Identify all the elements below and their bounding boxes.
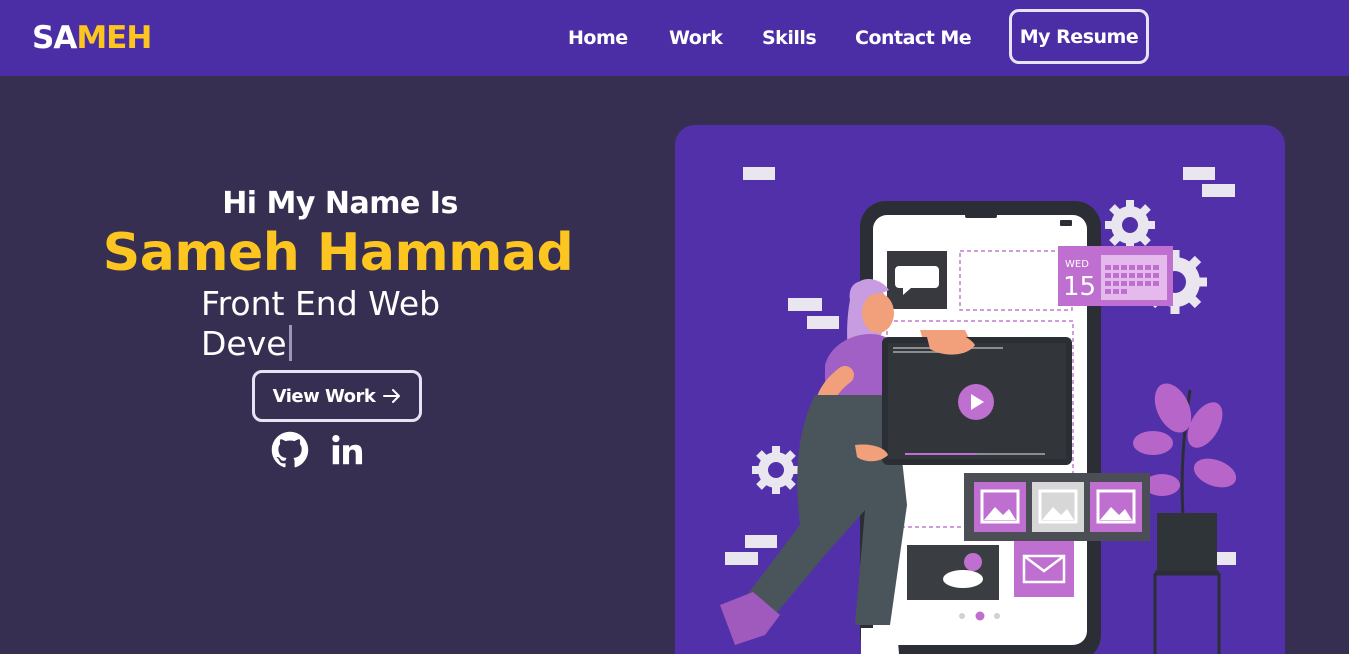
linkedin-icon[interactable] [328, 431, 366, 469]
github-icon[interactable] [271, 431, 309, 469]
hero-name: Sameh Hammad [102, 223, 574, 283]
nav-link-work[interactable]: Work [669, 24, 723, 52]
typed-role-text: Front End Web Deve [201, 284, 461, 364]
greeting-text: Hi My Name Is [222, 186, 458, 221]
gear-icon [752, 446, 800, 494]
typed-role-line-2: Deve [201, 324, 287, 363]
logo-part-meh: MEH [76, 20, 152, 56]
calendar-date: 15 [1063, 272, 1096, 302]
view-work-label: View Work [272, 385, 376, 407]
calendar-day: WED [1065, 259, 1089, 270]
navbar: SAMEH Home Work Skills Contact Me My Res… [0, 0, 1349, 76]
cloud-icon [943, 570, 983, 588]
nav-link-home[interactable]: Home [568, 24, 628, 52]
developer-phone-illustration: WED 15 [720, 167, 1237, 654]
image-icon [1090, 482, 1142, 532]
view-work-button[interactable]: View Work [252, 370, 422, 422]
typed-role-line-1: Front End Web [201, 284, 441, 323]
nav-link-contact-me[interactable]: Contact Me [855, 24, 972, 52]
my-resume-button[interactable]: My Resume [1009, 9, 1149, 64]
image-icon [974, 482, 1026, 532]
gear-icon [1105, 200, 1155, 250]
arrow-right-icon [383, 389, 401, 403]
sun-icon [964, 553, 982, 571]
logo-part-sa: SA [32, 20, 77, 56]
image-icon [1032, 482, 1084, 532]
hero-illustration: WED 15 [675, 125, 1285, 654]
typing-cursor [288, 325, 292, 361]
site-logo[interactable]: SAMEH [32, 18, 152, 58]
nav-link-skills[interactable]: Skills [762, 24, 817, 52]
